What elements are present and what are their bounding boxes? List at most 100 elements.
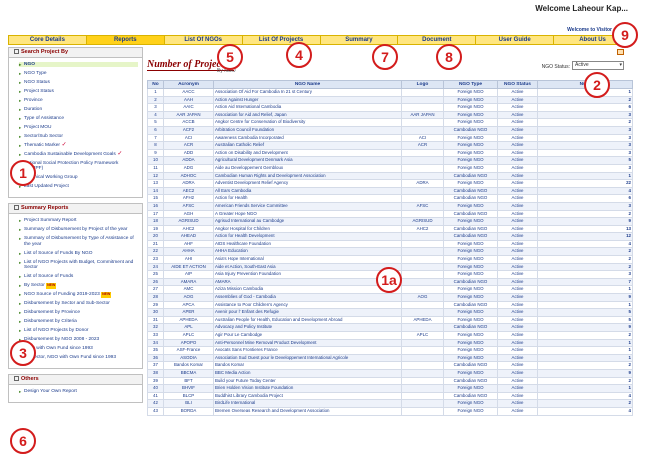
table-cell[interactable]: 12 <box>537 232 633 241</box>
table-cell[interactable]: 4 <box>537 239 633 249</box>
table-cell[interactable]: 3 <box>537 125 633 135</box>
table-cell[interactable]: 2 <box>537 95 633 105</box>
sidebar-link[interactable]: NGO with Own Fund since 1993 <box>19 346 138 352</box>
table-cell[interactable]: 2 <box>537 361 633 370</box>
sidebar-link[interactable]: List of Source of Funds <box>19 274 138 280</box>
nav-item-list-of-ngos[interactable]: List Of NGOs <box>165 36 243 44</box>
sidebar-link[interactable]: NGO <box>19 62 138 68</box>
sidebar-link[interactable]: Technical Working Group <box>19 175 138 181</box>
table-cell[interactable]: 1 <box>537 353 633 363</box>
others-header[interactable]: Others <box>9 375 142 386</box>
table-cell[interactable]: Australian Catholic Relief <box>213 141 402 150</box>
sidebar-link[interactable]: Project Status <box>19 89 138 95</box>
table-cell[interactable]: 3 <box>537 163 633 173</box>
table-cell[interactable]: 2 <box>537 247 633 257</box>
sidebar-link[interactable]: List of Source of Funds By NGO <box>19 251 138 257</box>
table-cell[interactable]: AHHA Education <box>213 247 402 257</box>
sidebar-link[interactable]: NGO Status <box>19 80 138 86</box>
table-cell[interactable]: 1 <box>537 384 633 393</box>
table-cell[interactable]: 9 <box>537 323 633 332</box>
table-cell[interactable]: 2 <box>537 255 633 264</box>
table-cell[interactable]: AMARA <box>213 277 402 287</box>
table-cell[interactable]: Action Against Hunger <box>213 95 402 105</box>
table-cell[interactable]: Anti-Personnel Mine Removal Product Deve… <box>213 338 402 348</box>
nav-item-summary[interactable]: Summary <box>321 36 399 44</box>
table-cell[interactable]: Assistance to Poor Children's Agency <box>213 300 402 310</box>
search-project-header[interactable]: Search Project By <box>9 48 142 58</box>
table-cell[interactable]: 2 <box>537 118 633 127</box>
table-cell[interactable]: 6 <box>537 194 633 203</box>
collapse-icon[interactable] <box>14 376 19 382</box>
sidebar-link[interactable]: Design Your Own Report <box>19 389 138 395</box>
table-cell[interactable]: Angkor Centre for Conservation of Biodiv… <box>213 118 402 127</box>
nav-item-user-guide[interactable]: User Guide <box>476 36 555 44</box>
collapse-icon[interactable] <box>14 205 19 211</box>
table-cell[interactable]: 1 <box>537 300 633 310</box>
collapse-icon[interactable] <box>14 49 19 55</box>
table-cell[interactable]: Action Aid International Cambodia <box>213 103 402 112</box>
table-cell[interactable]: 9 <box>537 217 633 226</box>
column-header[interactable]: NGO Status <box>497 80 538 89</box>
column-header[interactable]: NGO Type <box>443 80 498 89</box>
table-cell[interactable]: Avocats Sans Frontieres France <box>213 346 402 355</box>
table-cell[interactable]: Agir Pour Le Cambodge <box>213 331 402 340</box>
table-cell[interactable]: BirdLife International <box>213 399 402 408</box>
table-cell[interactable]: Aide et Action, South-East Asia <box>213 262 402 272</box>
table-cell[interactable]: Australian People for Health, Education … <box>213 315 402 325</box>
ngo-status-select[interactable]: Active ▾ <box>572 61 624 70</box>
sidebar-link[interactable]: Project MOU <box>19 125 138 131</box>
column-header[interactable]: Logo <box>401 80 444 89</box>
table-cell[interactable]: Association Of Aid For Cambodia In 21 st… <box>213 88 402 97</box>
table-cell[interactable]: 3 <box>537 133 633 143</box>
table-cell[interactable]: 1 <box>537 171 633 181</box>
table-cell[interactable]: Association Sud Ouest pour le Developpem… <box>213 353 402 363</box>
sidebar-link[interactable]: By Sector, NGO with Own Fund since 1993 <box>19 355 138 361</box>
table-cell[interactable]: 2 <box>537 399 633 408</box>
sidebar-link[interactable]: NGO Source of Funding 2019-2023 NEW <box>19 292 138 298</box>
table-cell[interactable]: 5 <box>537 315 633 325</box>
table-cell[interactable]: Adventist Development Relief Agency <box>213 179 402 188</box>
table-cell[interactable]: AIDS Healthcare Foundation <box>213 239 402 249</box>
table-cell[interactable]: 1 <box>537 346 633 355</box>
summary-reports-header[interactable]: Summary Reports <box>9 204 142 215</box>
print-icon[interactable] <box>617 49 624 55</box>
table-cell[interactable]: 1 <box>537 338 633 348</box>
sidebar-link[interactable]: List of NGO Projects with Budget, Commit… <box>19 260 138 271</box>
table-cell[interactable]: Asia's Hope International <box>213 255 402 264</box>
table-cell[interactable]: 1 <box>537 285 633 295</box>
sidebar-link[interactable]: Summary of Disbursement by Type of Assis… <box>19 236 138 247</box>
table-cell[interactable]: 3 <box>537 141 633 150</box>
table-cell[interactable]: Cambodian Human Rights and Development A… <box>213 171 402 181</box>
table-cell[interactable]: 9 <box>537 368 633 378</box>
sidebar-link[interactable]: Project Summary Report <box>19 218 138 224</box>
sidebar-link[interactable]: Disbursement by Criteria <box>19 319 138 325</box>
sidebar-link[interactable]: By Sector NEW <box>19 283 138 289</box>
table-cell[interactable]: Awareness Cambodia Incorporated <box>213 133 402 143</box>
table-cell[interactable]: 3 <box>537 148 633 158</box>
table-cell[interactable]: 9 <box>537 293 633 302</box>
table-cell[interactable]: Angkor Hospital for Children <box>213 224 402 234</box>
table-cell[interactable]: Bremen Overseas Research and Development… <box>213 406 402 416</box>
table-cell[interactable]: 4 <box>537 391 633 401</box>
sidebar-link[interactable]: Cambodia Sustainable Development Goals ✓ <box>19 151 138 158</box>
nav-item-reports[interactable]: Reports <box>86 36 165 44</box>
nav-item-list-of-projects[interactable]: List Of Projects <box>243 36 321 44</box>
table-cell[interactable]: 2 <box>537 262 633 272</box>
table-cell[interactable]: 2 <box>537 331 633 340</box>
table-cell[interactable]: 3 <box>537 270 633 279</box>
table-cell[interactable]: Brien Holden Vision Institute Foundation <box>213 384 402 393</box>
sidebar-link[interactable]: Last Updated Project <box>19 184 138 190</box>
table-cell[interactable]: Aziza Mission Cambodia <box>213 285 402 295</box>
sidebar-link[interactable]: Thematic Marker ✓ <box>19 142 138 149</box>
table-cell[interactable]: Aide au Developpement Gembloux <box>213 163 402 173</box>
table-cell[interactable]: American Friends Service Committee <box>213 201 402 211</box>
sidebar-link[interactable]: Disbursement by Province <box>19 310 138 316</box>
sidebar-link[interactable]: Province <box>19 98 138 104</box>
table-cell[interactable]: Assemblies of God - Cambodia <box>213 293 402 302</box>
table-cell[interactable]: Buddhist Library Cambodia Project <box>213 391 402 401</box>
sidebar-link[interactable]: Duration <box>19 107 138 113</box>
table-cell[interactable]: 2 <box>537 376 633 386</box>
sidebar-link[interactable]: National Social Protection Policy Framew… <box>19 161 138 172</box>
table-cell[interactable]: Avenir pour l' Enfant des Refugie <box>213 308 402 317</box>
table-cell[interactable]: 3 <box>537 110 633 120</box>
